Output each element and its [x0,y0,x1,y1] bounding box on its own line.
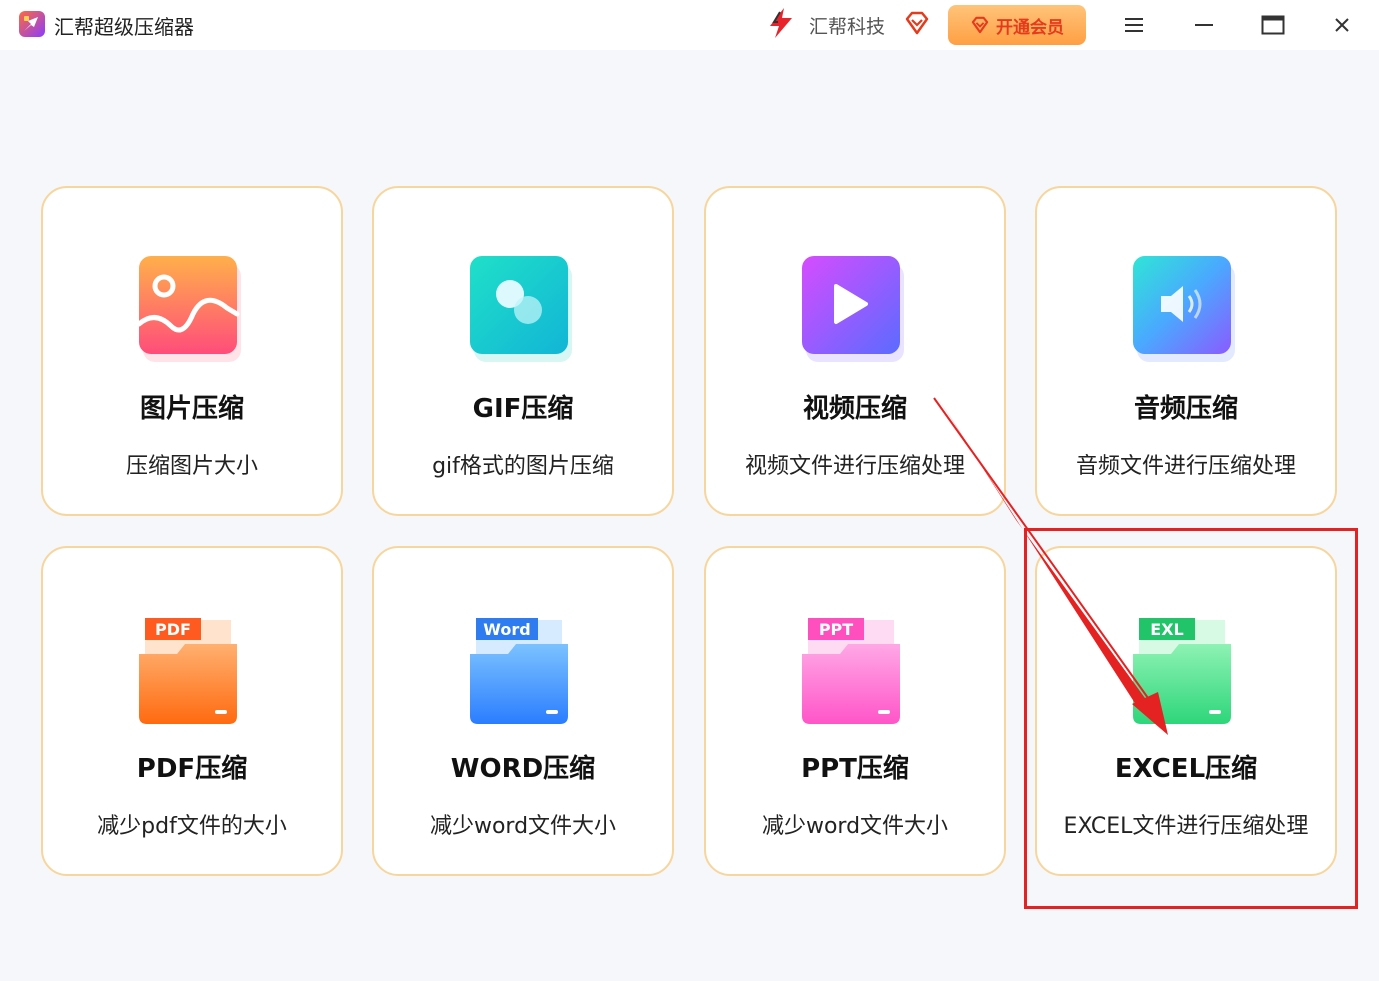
card-video-compress[interactable]: 视频压缩 视频文件进行压缩处理 [704,186,1006,516]
card-description: 减少word文件大小 [429,814,617,839]
menu-icon [1125,18,1143,32]
image-icon [136,256,241,362]
vip-button-label: 开通会员 [996,17,1064,38]
brand-name: 汇帮科技 [809,16,886,38]
pdf-folder-icon: PDF [139,618,237,724]
card-description: 音频文件进行压缩处理 [1075,454,1296,479]
card-description: EXCEL文件进行压缩处理 [1063,814,1309,839]
card-description: gif格式的图片压缩 [432,454,614,479]
excel-folder-icon: EXL [1133,618,1231,724]
excel-badge: EXL [1150,620,1183,639]
card-audio-compress[interactable]: 音频压缩 音频文件进行压缩处理 [1035,186,1337,516]
card-title: WORD压缩 [450,754,596,784]
close-icon [1335,18,1349,32]
vip-button[interactable]: 开通会员 [948,5,1086,45]
brand-bolt-icon [770,8,792,38]
card-excel-compress[interactable]: EXL EXCEL压缩 EXCEL文件进行压缩处理 [1035,546,1337,876]
diamond-heart-icon [971,16,989,34]
card-ppt-compress[interactable]: PPT PPT压缩 减少word文件大小 [704,546,1006,876]
gif-icon [470,256,572,362]
card-gif-compress[interactable]: GIF压缩 gif格式的图片压缩 [372,186,674,516]
word-badge: Word [483,620,530,639]
card-title: PPT压缩 [801,754,909,784]
video-play-icon [802,256,904,362]
card-image-compress[interactable]: 图片压缩 压缩图片大小 [41,186,343,516]
app-logo-icon [19,11,45,37]
maximize-button[interactable] [1255,8,1291,42]
pdf-badge: PDF [155,620,191,639]
diamond-heart-icon [905,11,929,35]
word-folder-icon: Word [470,618,568,724]
card-description: 压缩图片大小 [125,454,258,479]
card-word-compress[interactable]: Word WORD压缩 减少word文件大小 [372,546,674,876]
ppt-badge: PPT [819,620,853,639]
title-bar: 汇帮超级压缩器 汇帮科技 开通会员 [0,0,1379,50]
minimize-button[interactable] [1186,8,1222,42]
card-title: 音频压缩 [1133,394,1238,424]
close-button[interactable] [1324,8,1360,42]
speaker-icon [1133,256,1235,362]
card-description: 减少pdf文件的大小 [97,814,287,839]
card-description: 视频文件进行压缩处理 [744,454,965,479]
app-title: 汇帮超级压缩器 [54,15,194,39]
card-title: 视频压缩 [802,394,907,424]
card-title: GIF压缩 [472,394,574,424]
card-title: EXCEL压缩 [1114,754,1258,784]
card-pdf-compress[interactable]: PDF PDF压缩 减少pdf文件的大小 [41,546,343,876]
menu-button[interactable] [1116,8,1152,42]
minimize-icon [1195,24,1213,26]
card-title: 图片压缩 [139,394,244,424]
ppt-folder-icon: PPT [802,618,900,724]
maximize-icon [1261,15,1285,35]
card-title: PDF压缩 [136,754,248,784]
card-description: 减少word文件大小 [761,814,949,839]
